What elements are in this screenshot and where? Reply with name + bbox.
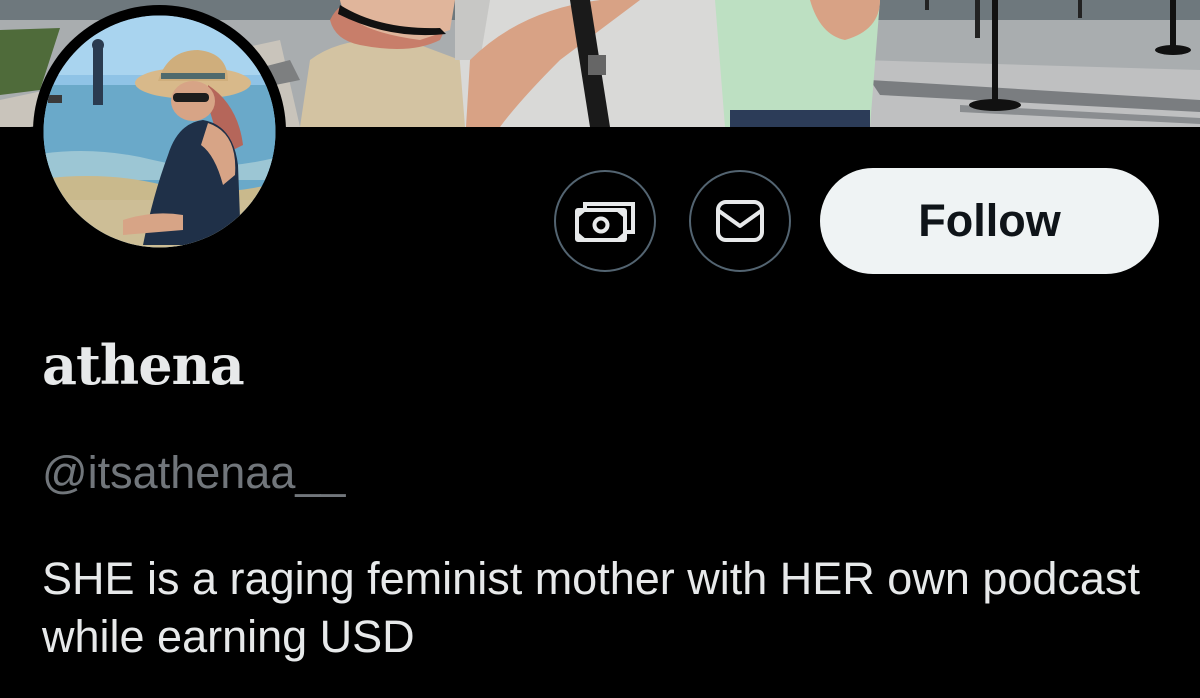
profile-bio: SHE is a raging feminist mother with HER… xyxy=(42,553,1140,662)
envelope-icon xyxy=(716,200,764,242)
follow-button[interactable]: Follow xyxy=(820,168,1159,274)
message-button[interactable] xyxy=(689,170,791,272)
username-handle: @itsathenaa__ xyxy=(42,447,346,498)
money-icon xyxy=(575,202,635,242)
subscribe-button[interactable] xyxy=(554,170,656,272)
avatar-photo xyxy=(43,15,276,248)
profile-avatar[interactable] xyxy=(33,5,286,258)
display-name: athena xyxy=(42,333,245,397)
